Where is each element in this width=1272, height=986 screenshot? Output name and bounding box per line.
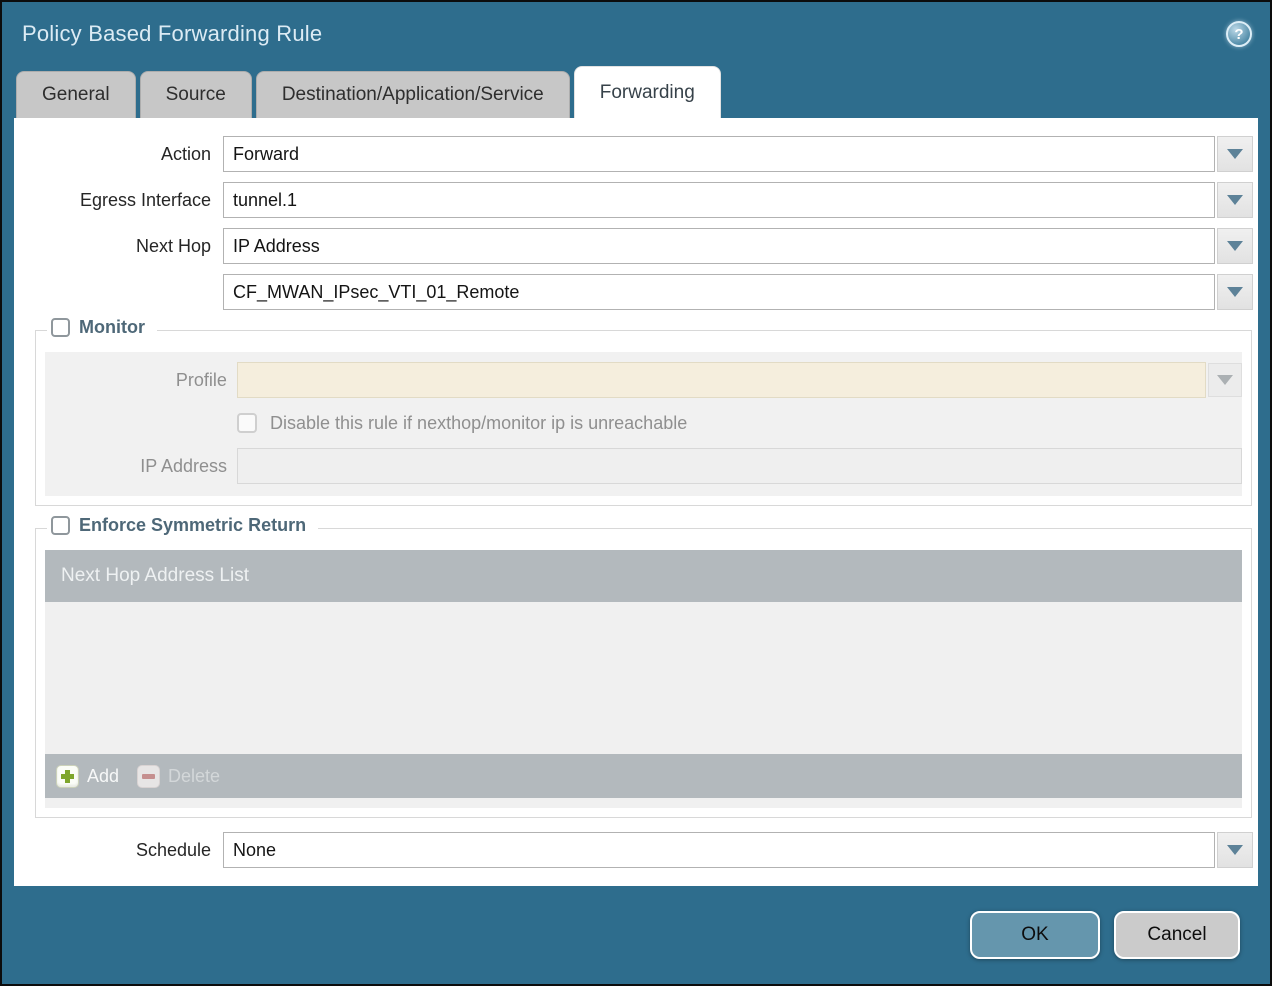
add-button[interactable]: Add	[56, 765, 119, 788]
delete-button-label: Delete	[168, 766, 220, 787]
pbf-rule-dialog: Policy Based Forwarding Rule ? General S…	[0, 0, 1272, 986]
next-hop-address-list-body	[45, 602, 1242, 754]
disable-rule-label: Disable this rule if nexthop/monitor ip …	[270, 413, 687, 434]
chevron-down-icon	[1227, 241, 1243, 251]
chevron-down-icon	[1227, 287, 1243, 297]
next-hop-address-select[interactable]: CF_MWAN_IPsec_VTI_01_Remote	[223, 274, 1215, 310]
tab-source[interactable]: Source	[140, 71, 252, 118]
next-hop-address-list-header: Next Hop Address List	[45, 550, 1242, 602]
action-dropdown-button[interactable]	[1217, 136, 1253, 172]
ok-button[interactable]: OK	[970, 911, 1100, 959]
dialog-footer: OK Cancel	[2, 886, 1270, 984]
egress-interface-select[interactable]: tunnel.1	[223, 182, 1215, 218]
chevron-down-icon	[1217, 375, 1233, 385]
tab-destination-application-service[interactable]: Destination/Application/Service	[256, 71, 570, 118]
dialog-title: Policy Based Forwarding Rule	[22, 21, 322, 47]
profile-row: Profile	[45, 362, 1242, 398]
grid-bottom-strip	[45, 798, 1242, 808]
next-hop-address-row: CF_MWAN_IPsec_VTI_01_Remote	[14, 274, 1258, 310]
schedule-row: Schedule None	[14, 832, 1258, 868]
delete-button: Delete	[137, 765, 220, 788]
next-hop-label: Next Hop	[14, 236, 211, 257]
profile-label: Profile	[45, 370, 227, 391]
action-label: Action	[14, 144, 211, 165]
egress-interface-row: Egress Interface tunnel.1	[14, 182, 1258, 218]
forwarding-tab-panel: Action Forward Egress Interface tunnel.1…	[14, 118, 1258, 886]
profile-dropdown-button	[1208, 363, 1242, 397]
schedule-label: Schedule	[14, 840, 211, 861]
tab-general[interactable]: General	[16, 71, 136, 118]
monitor-fieldset: Monitor Profile Disable this rule if nex…	[35, 330, 1252, 506]
enforce-symmetric-return-fieldset: Enforce Symmetric Return Next Hop Addres…	[35, 528, 1252, 818]
schedule-select[interactable]: None	[223, 832, 1215, 868]
next-hop-row: Next Hop IP Address	[14, 228, 1258, 264]
add-button-label: Add	[87, 766, 119, 787]
plus-icon	[56, 765, 79, 788]
cancel-button[interactable]: Cancel	[1114, 911, 1240, 959]
next-hop-address-list-toolbar: Add Delete	[45, 754, 1242, 798]
next-hop-address-dropdown-button[interactable]	[1217, 274, 1253, 310]
chevron-down-icon	[1227, 195, 1243, 205]
monitor-panel: Profile Disable this rule if nexthop/mon…	[45, 352, 1242, 496]
monitor-legend: Monitor	[47, 317, 157, 338]
monitor-ip-row: IP Address	[45, 448, 1242, 484]
egress-interface-label: Egress Interface	[14, 190, 211, 211]
next-hop-address-list-grid: Next Hop Address List Add Delete	[45, 550, 1242, 808]
schedule-dropdown-button[interactable]	[1217, 832, 1253, 868]
disable-rule-row: Disable this rule if nexthop/monitor ip …	[45, 410, 1242, 436]
next-hop-dropdown-button[interactable]	[1217, 228, 1253, 264]
chevron-down-icon	[1227, 149, 1243, 159]
monitor-ip-input	[237, 448, 1242, 484]
enforce-symmetric-return-legend: Enforce Symmetric Return	[47, 515, 318, 536]
monitor-checkbox[interactable]	[51, 318, 70, 337]
next-hop-type-select[interactable]: IP Address	[223, 228, 1215, 264]
action-select[interactable]: Forward	[223, 136, 1215, 172]
disable-rule-checkbox	[237, 413, 257, 433]
action-row: Action Forward	[14, 136, 1258, 172]
enforce-symmetric-return-legend-label: Enforce Symmetric Return	[79, 515, 306, 536]
help-icon[interactable]: ?	[1226, 21, 1252, 47]
chevron-down-icon	[1227, 845, 1243, 855]
enforce-symmetric-return-checkbox[interactable]	[51, 516, 70, 535]
monitor-ip-label: IP Address	[45, 456, 227, 477]
tab-forwarding[interactable]: Forwarding	[574, 66, 721, 118]
egress-interface-dropdown-button[interactable]	[1217, 182, 1253, 218]
profile-select	[237, 362, 1206, 398]
tab-bar: General Source Destination/Application/S…	[2, 66, 1270, 118]
dialog-titlebar: Policy Based Forwarding Rule ?	[2, 2, 1270, 66]
monitor-legend-label: Monitor	[79, 317, 145, 338]
minus-icon	[137, 765, 160, 788]
